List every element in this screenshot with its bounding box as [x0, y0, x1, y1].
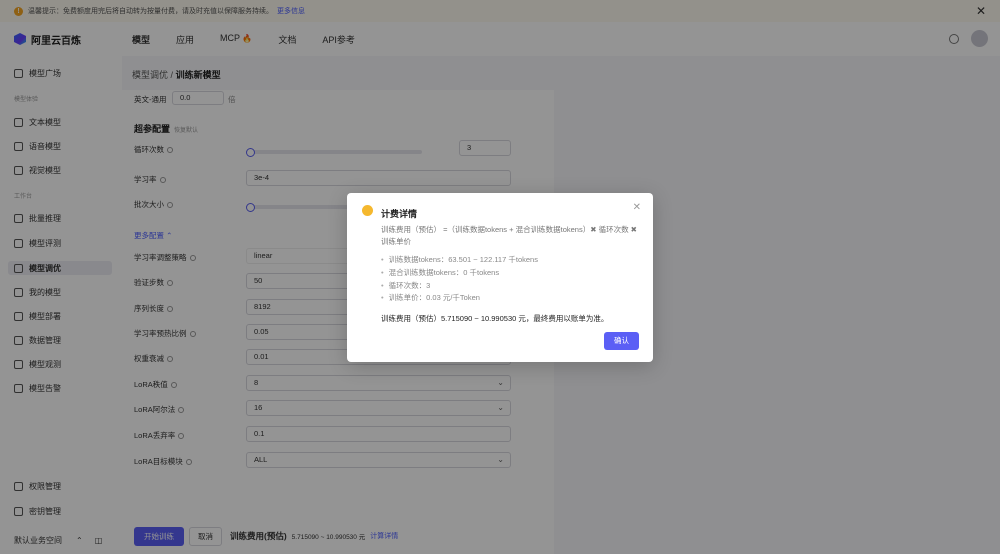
billing-items: 训练数据tokens：63.501 ~ 122.117 千tokens 混合训练…	[381, 254, 538, 305]
confirm-button[interactable]: 确认	[604, 332, 639, 350]
warning-icon	[362, 205, 373, 216]
close-icon[interactable]: ✕	[633, 202, 641, 213]
list-item: 循环次数：3	[381, 280, 538, 293]
billing-formula: 训练费用（预估） =（训练数据tokens + 混合训练数据tokens）✖ 循…	[381, 225, 637, 246]
billing-detail-modal: 计费详情 ✕ 训练费用（预估） =（训练数据tokens + 混合训练数据tok…	[347, 193, 653, 362]
modal-title: 计费详情	[381, 209, 418, 219]
list-item: 训练单价：0.03 元/千Token	[381, 292, 538, 305]
list-item: 训练数据tokens：63.501 ~ 122.117 千tokens	[381, 254, 538, 267]
billing-result: 训练费用（预估）5.715090 ~ 10.990530 元，最终费用以账单为准…	[381, 314, 609, 323]
list-item: 混合训练数据tokens：0 千tokens	[381, 267, 538, 280]
